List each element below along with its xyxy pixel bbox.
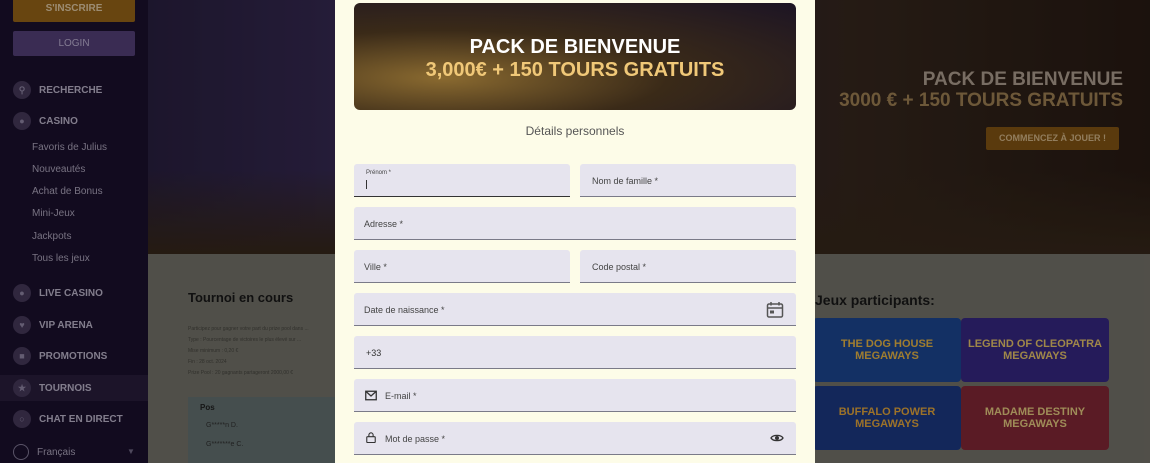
registration-modal: PACK DE BIENVENUE 3,000€ + 150 TOURS GRA…: [335, 0, 815, 463]
password-field[interactable]: Mot de passe *: [354, 422, 796, 455]
welcome-banner: PACK DE BIENVENUE 3,000€ + 150 TOURS GRA…: [354, 3, 796, 110]
lock-icon: [366, 432, 376, 443]
text-cursor: [366, 180, 367, 189]
last-name-field[interactable]: Nom de famille *: [580, 164, 796, 197]
address-field[interactable]: Adresse *: [354, 207, 796, 240]
calendar-icon[interactable]: [766, 301, 784, 319]
city-field[interactable]: Ville *: [354, 250, 570, 283]
birthdate-field[interactable]: Date de naissance *: [354, 293, 796, 326]
email-field[interactable]: E-mail *: [354, 379, 796, 412]
phone-field[interactable]: +33: [354, 336, 796, 369]
section-title: Détails personnels: [525, 124, 625, 138]
postal-code-field[interactable]: Code postal *: [580, 250, 796, 283]
mail-icon: [365, 390, 377, 401]
eye-icon[interactable]: [770, 433, 784, 443]
banner-title: PACK DE BIENVENUE: [469, 36, 681, 58]
first-name-field[interactable]: Prénom *: [354, 164, 570, 197]
banner-subtitle: 3,000€ + 150 TOURS GRATUITS: [425, 59, 725, 81]
